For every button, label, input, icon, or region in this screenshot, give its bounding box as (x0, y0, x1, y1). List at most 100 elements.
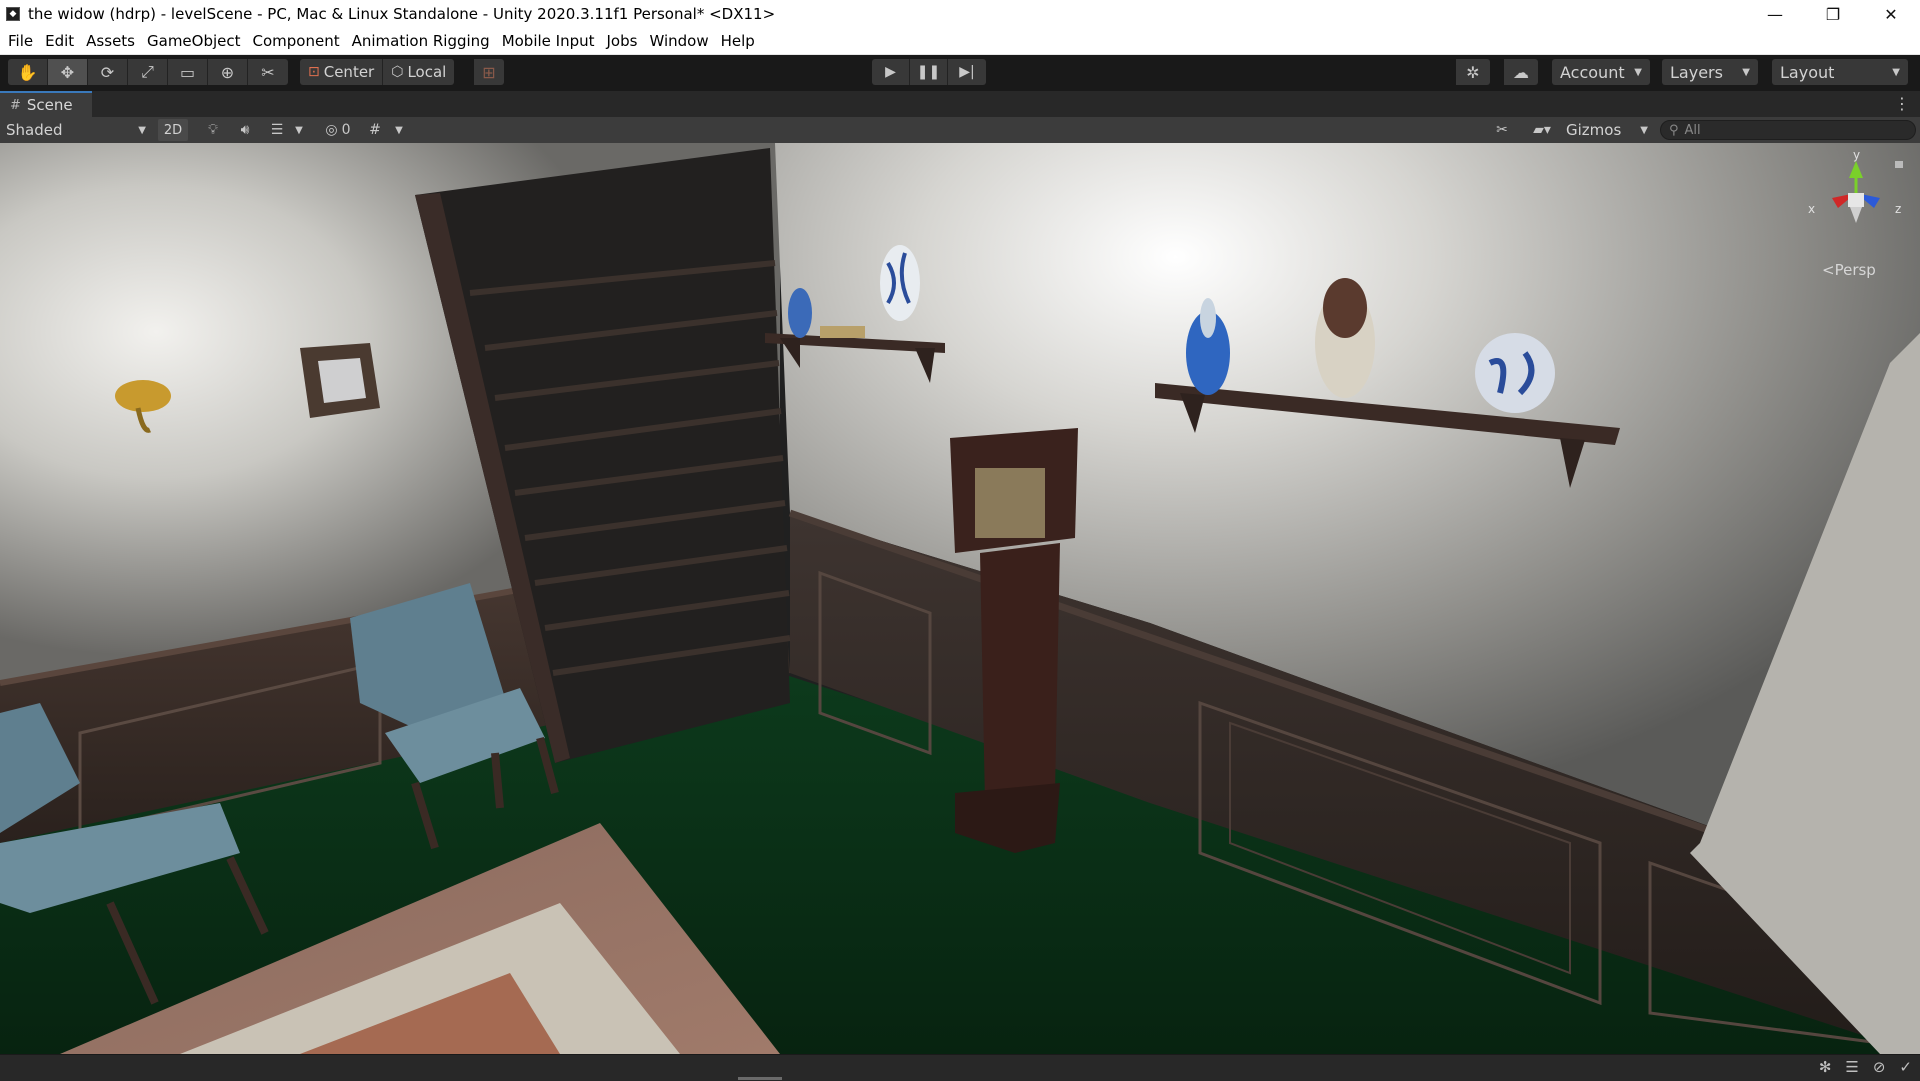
search-icon: ⚲ (1669, 122, 1679, 138)
gizmo-center-cube[interactable] (1848, 193, 1864, 207)
pause-icon[interactable]: ❚❚ (910, 59, 948, 85)
transform-tool-icon[interactable]: ⊕ (208, 59, 248, 85)
tab-scene[interactable]: # Scene (0, 91, 92, 117)
title-bar: ◆ the widow (hdrp) - levelScene - PC, Ma… (0, 0, 1920, 28)
menu-animation-rigging[interactable]: Animation Rigging (346, 28, 496, 54)
audio-toggle-icon[interactable]: 🔊︎ (232, 120, 258, 140)
scene-view-toolbar: Shaded ▼ 2D 💡︎ 🔊︎ ☰ ▼ ◎ 0 # ▼ ✂ ▰▾ Gizmo… (0, 117, 1920, 144)
chevron-down-icon[interactable]: ▼ (392, 120, 406, 140)
layers-dropdown[interactable]: Layers ▼ (1662, 59, 1758, 85)
chevron-down-icon[interactable]: ▼ (292, 120, 306, 140)
menu-assets[interactable]: Assets (80, 28, 141, 54)
lighting-toggle-icon[interactable]: 💡︎ (200, 120, 226, 140)
camera-settings-icon[interactable]: ▰▾ (1522, 120, 1562, 140)
pivot-rotation-button[interactable]: ⬡ Local (383, 59, 455, 85)
chevron-down-icon: ▼ (1634, 66, 1642, 78)
pivot-group: ⊡ Center ⬡ Local (300, 59, 455, 85)
layout-label: Layout (1780, 62, 1835, 82)
vase-pitcher (880, 245, 920, 321)
effects-toggle-icon[interactable]: ☰ (264, 120, 290, 140)
unity-logo-icon: ◆ (6, 7, 20, 21)
layers-stack-icon[interactable]: ☰ (1845, 1058, 1858, 1076)
rect-tool-icon[interactable]: ▭ (168, 59, 208, 85)
minimize-icon[interactable]: — (1746, 0, 1804, 28)
layout-dropdown[interactable]: Layout ▼ (1772, 59, 1908, 85)
scene-search-input[interactable]: ⚲ All (1660, 120, 1916, 140)
scene-visibility-toggle[interactable]: ◎ 0 (318, 120, 358, 140)
close-icon[interactable]: ✕ (1862, 0, 1920, 28)
draw-mode-dropdown[interactable]: Shaded ▼ (2, 119, 150, 141)
chevron-down-icon: ▼ (138, 124, 146, 136)
clock-face (975, 468, 1045, 538)
play-controls: ▶ ❚❚ ▶| (872, 59, 986, 85)
rotate-tool-icon[interactable]: ⟳ (88, 59, 128, 85)
menu-window[interactable]: Window (643, 28, 714, 54)
grid-snap-group: ⊞ (474, 59, 504, 85)
status-icons: ✻ ☰ ⊘ ✓ (1819, 1058, 1912, 1076)
menu-component[interactable]: Component (247, 28, 346, 54)
pivot-center-icon: ⊡ (308, 64, 320, 80)
2d-toggle[interactable]: 2D (158, 119, 188, 141)
window-title: the widow (hdrp) - levelScene - PC, Mac … (28, 5, 776, 23)
more-options-icon[interactable]: ⋮ (1894, 94, 1910, 113)
window-controls: — ❐ ✕ (1746, 0, 1920, 28)
main-toolbar: ✋ ✥ ⟳ ⤢ ▭ ⊕ ✂ ⊡ Center ⬡ Local ⊞ ▶ ❚❚ ▶|… (0, 55, 1920, 90)
scene-tab-bar: # Scene ⋮ (0, 91, 1920, 118)
lock-icon[interactable] (1895, 161, 1903, 168)
projection-toggle[interactable]: <Persp (1822, 261, 1876, 279)
auto-generate-lighting-icon[interactable]: ⊘ (1873, 1058, 1886, 1076)
progress-check-icon[interactable]: ✓ (1899, 1058, 1912, 1076)
menu-jobs[interactable]: Jobs (601, 28, 644, 54)
draw-mode-label: Shaded (6, 121, 63, 139)
move-tool-icon[interactable]: ✥ (48, 59, 88, 85)
cloud-icon[interactable]: ☁ (1504, 59, 1538, 85)
menu-file[interactable]: File (0, 28, 39, 54)
menu-gameobject[interactable]: GameObject (141, 28, 247, 54)
account-label: Account (1560, 62, 1625, 82)
menu-edit[interactable]: Edit (39, 28, 80, 54)
chevron-down-icon: ▼ (1742, 66, 1750, 78)
collab-group: ✲ (1456, 59, 1490, 85)
axis-y-label: y (1853, 148, 1860, 162)
vase-small (788, 288, 812, 338)
tools-icon[interactable]: ✂ (1490, 120, 1514, 140)
step-icon[interactable]: ▶| (948, 59, 986, 85)
projection-label: Persp (1834, 261, 1876, 279)
pivot-rotation-label: Local (407, 63, 447, 81)
wall-sconce (115, 380, 171, 412)
vase-round (1475, 333, 1555, 413)
tab-scene-label: Scene (26, 96, 73, 114)
account-dropdown[interactable]: Account ▼ (1552, 59, 1650, 85)
hidden-count: 0 (341, 122, 351, 138)
grandfather-clock-body (980, 543, 1060, 803)
play-icon[interactable]: ▶ (872, 59, 910, 85)
book (820, 326, 865, 338)
chevron-left-icon: < (1822, 261, 1835, 279)
gizmos-label: Gizmos (1566, 121, 1622, 139)
cloud-group: ☁ (1504, 59, 1538, 85)
chevron-down-icon: ▼ (1640, 124, 1648, 136)
axis-z-label: z (1895, 202, 1901, 216)
bug-icon[interactable]: ✻ (1819, 1058, 1832, 1076)
search-placeholder: All (1684, 122, 1701, 138)
scene-viewport[interactable]: y x z <Persp (0, 143, 1920, 1054)
layers-label: Layers (1670, 62, 1723, 82)
pivot-mode-label: Center (323, 63, 375, 81)
menu-bar: File Edit Assets GameObject Component An… (0, 28, 1920, 55)
gizmos-dropdown[interactable]: Gizmos ▼ (1562, 119, 1652, 141)
pivot-mode-button[interactable]: ⊡ Center (300, 59, 384, 85)
transform-tools: ✋ ✥ ⟳ ⤢ ▭ ⊕ ✂ (8, 59, 288, 85)
status-bar: ✻ ☰ ⊘ ✓ (0, 1054, 1920, 1081)
menu-help[interactable]: Help (715, 28, 761, 54)
services-icon[interactable]: ✲ (1456, 59, 1490, 85)
scene-render[interactable]: y x z (0, 143, 1920, 1054)
grid-toggle-icon[interactable]: # (362, 120, 388, 140)
menu-mobile-input[interactable]: Mobile Input (496, 28, 601, 54)
hidden-eye-icon: ◎ (325, 122, 338, 138)
restore-icon[interactable]: ❐ (1804, 0, 1862, 28)
grid-snap-icon[interactable]: ⊞ (474, 59, 504, 85)
hand-tool-icon[interactable]: ✋ (8, 59, 48, 85)
scale-tool-icon[interactable]: ⤢ (128, 59, 168, 85)
custom-tool-icon[interactable]: ✂ (248, 59, 288, 85)
axis-x-label: x (1808, 202, 1815, 216)
